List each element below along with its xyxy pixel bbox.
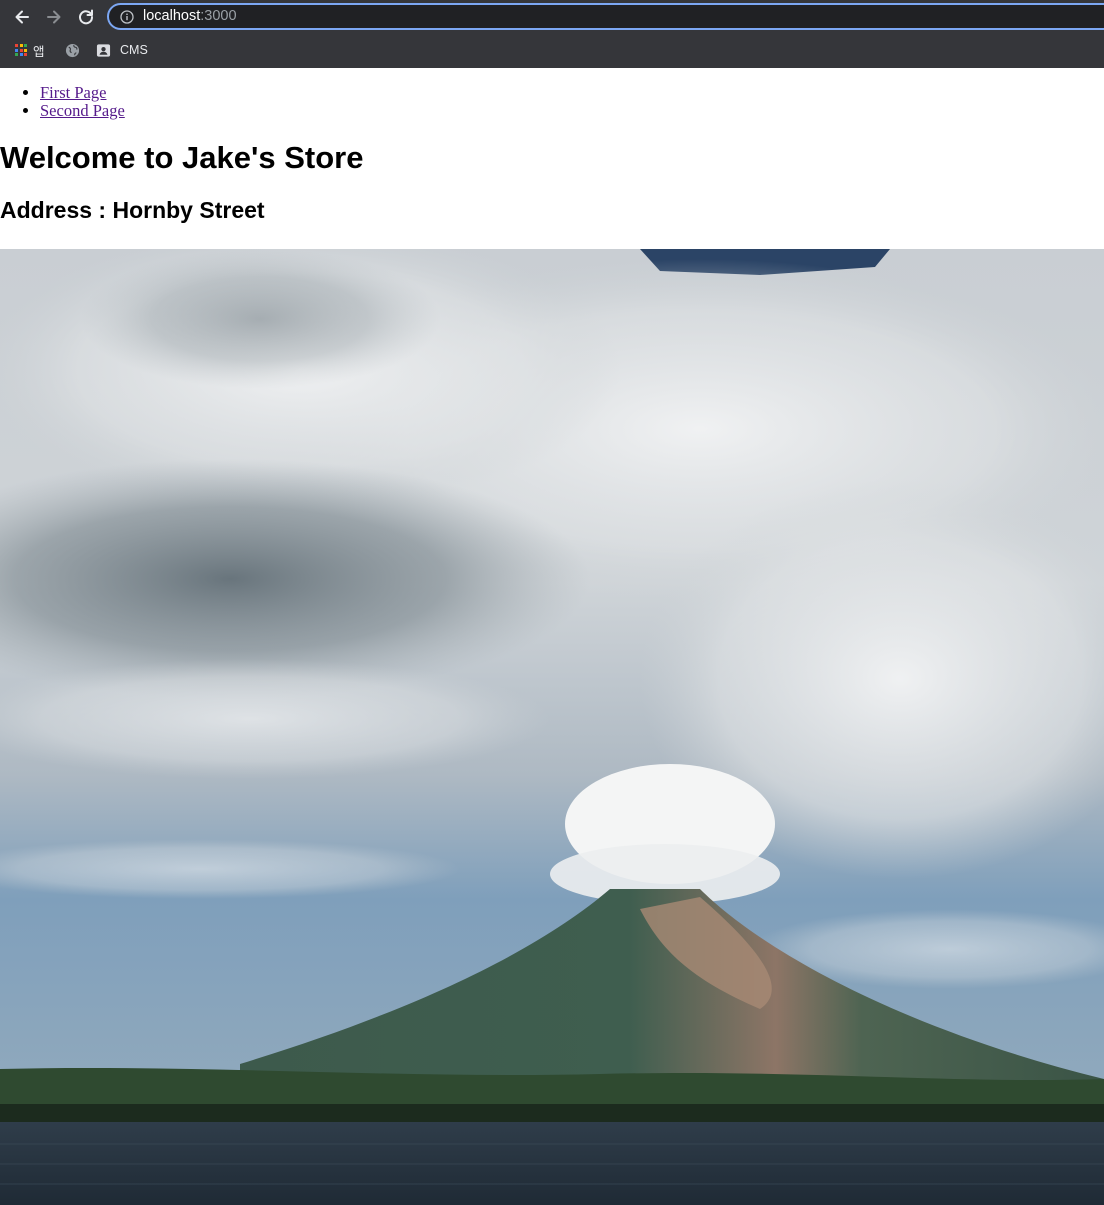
first-page-link[interactable]: First Page <box>40 83 106 102</box>
reload-icon <box>79 9 94 25</box>
nav-list: First Page Second Page <box>0 84 1104 120</box>
forward-button[interactable] <box>41 5 67 29</box>
address-bar[interactable]: localhost:3000 <box>107 3 1104 30</box>
arrow-right-icon <box>47 10 61 24</box>
url-text: localhost:3000 <box>143 9 237 24</box>
bookmarks-bar: 앱 CMS <box>0 36 1104 64</box>
arrow-left-icon <box>15 10 29 24</box>
page-title: Welcome to Jake's Store <box>0 140 364 175</box>
browser-chrome: localhost:3000 앱 CMS <box>0 0 1104 68</box>
reload-button[interactable] <box>73 5 99 29</box>
apps-grid-icon <box>15 44 27 56</box>
page-content: First Page Second Page Welcome to Jake's… <box>0 68 1104 1205</box>
url-host: localhost <box>143 8 201 25</box>
globe-icon <box>65 43 80 57</box>
url-port: :3000 <box>200 8 237 25</box>
second-page-link[interactable]: Second Page <box>40 101 125 120</box>
back-button[interactable] <box>9 5 35 29</box>
bookmark-cms-label: CMS <box>120 43 148 57</box>
bookmark-globe[interactable] <box>65 40 80 60</box>
browser-toolbar: localhost:3000 <box>0 0 1104 35</box>
contact-card-icon <box>96 43 111 57</box>
bookmark-cms[interactable]: CMS <box>96 40 148 60</box>
volcano-photo <box>0 249 1104 1205</box>
list-item: Second Page <box>40 102 1104 120</box>
store-address: Address : Hornby Street <box>0 197 265 223</box>
hero-image <box>0 249 1104 1205</box>
bookmark-apps[interactable]: 앱 <box>15 40 45 60</box>
bookmark-apps-label: 앱 <box>33 44 45 59</box>
site-info-icon[interactable] <box>120 9 134 24</box>
list-item: First Page <box>40 84 1104 102</box>
